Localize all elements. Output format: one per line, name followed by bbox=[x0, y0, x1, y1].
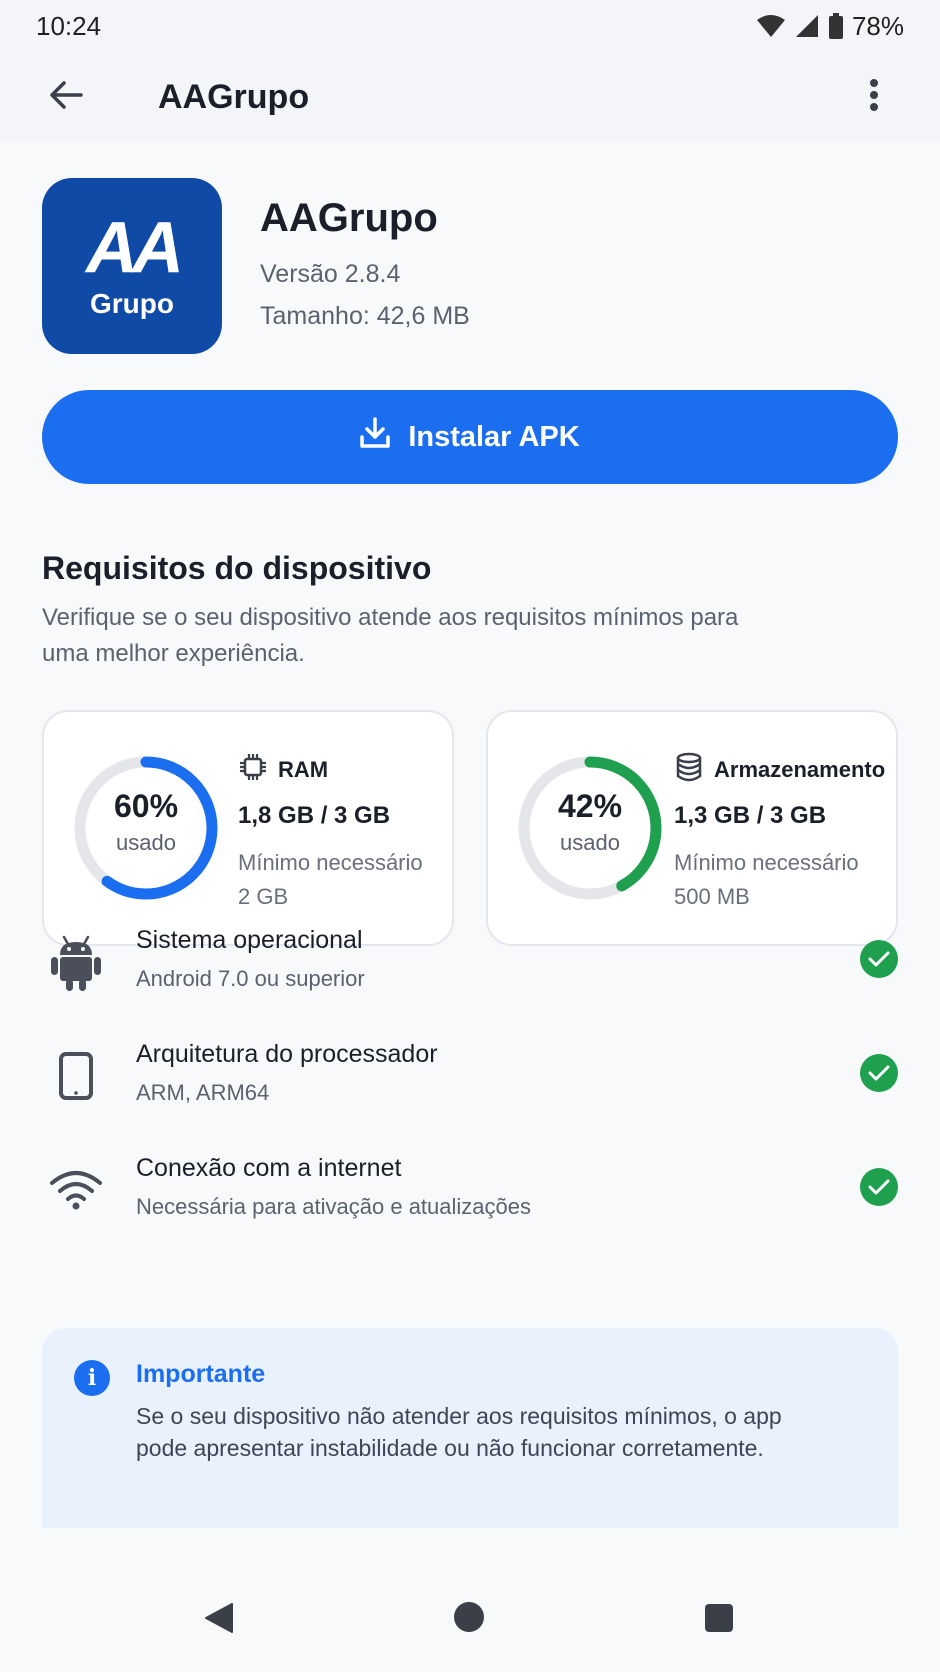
ram-min-label: Mínimo necessário bbox=[238, 850, 423, 875]
storage-min-value: 500 MB bbox=[674, 884, 750, 909]
wifi-icon bbox=[46, 1160, 106, 1220]
more-options-button[interactable] bbox=[844, 67, 904, 127]
app-logo: AA Grupo bbox=[42, 178, 222, 354]
app-version: Versão 2.8.4 bbox=[260, 260, 401, 288]
ram-usage-ring bbox=[74, 756, 218, 900]
requirement-internet: Conexão com a internet Necessária para a… bbox=[42, 1148, 898, 1238]
app-name: AAGrupo bbox=[260, 196, 438, 240]
section-description: Verifique se o seu dispositivo atende ao… bbox=[42, 604, 739, 667]
android-icon bbox=[46, 932, 106, 992]
app-size: Tamanho: 42,6 MB bbox=[260, 302, 470, 330]
logo-letters: AA bbox=[86, 208, 184, 288]
storage-usage-ring bbox=[518, 756, 662, 900]
section-title: Requisitos do dispositivo bbox=[42, 550, 432, 586]
requirement-title: Sistema operacional bbox=[136, 926, 363, 954]
storage-used-label: usado bbox=[560, 830, 620, 855]
check-icon bbox=[860, 940, 898, 978]
app-bar-title: AAGrupo bbox=[158, 77, 310, 116]
status-icons: 78% bbox=[756, 11, 904, 42]
requirement-title: Conexão com a internet bbox=[136, 1154, 402, 1182]
ram-card: 60% usado RAM 1,8 GB / 3 GB Mínimo neces… bbox=[42, 710, 454, 946]
more-vert-icon bbox=[869, 78, 879, 117]
check-icon bbox=[860, 1054, 898, 1092]
download-icon bbox=[360, 417, 391, 457]
nav-recents-icon[interactable] bbox=[705, 1604, 733, 1632]
storage-percent: 42% bbox=[557, 788, 623, 824]
important-notice: i Importante Se o seu dispositivo não at… bbox=[42, 1328, 898, 1528]
install-button-label: Instalar APK bbox=[408, 420, 580, 453]
status-bar: 10:24 78% bbox=[0, 0, 940, 52]
app-header: AA Grupo AAGrupo Versão 2.8.4 Tamanho: 4… bbox=[42, 178, 902, 358]
database-icon bbox=[674, 752, 704, 788]
storage-header: Armazenamento bbox=[674, 752, 885, 788]
requirement-title: Arquitetura do processador bbox=[136, 1040, 438, 1068]
requirement-cpu: Arquitetura do processador ARM, ARM64 bbox=[42, 1034, 898, 1124]
system-nav-bar bbox=[0, 1566, 940, 1672]
notice-title: Importante bbox=[136, 1360, 266, 1388]
check-icon bbox=[860, 1168, 898, 1206]
battery-level: 78% bbox=[851, 10, 904, 41]
storage-label: Armazenamento bbox=[714, 757, 886, 782]
ram-value: 1,8 GB / 3 GB bbox=[238, 802, 391, 829]
requirement-subtitle: ARM, ARM64 bbox=[136, 1080, 270, 1105]
nav-home-icon[interactable] bbox=[454, 1602, 484, 1632]
nav-back-icon[interactable] bbox=[204, 1602, 234, 1639]
wifi-icon bbox=[756, 14, 786, 38]
requirement-subtitle: Necessária para ativação e atualizações bbox=[136, 1194, 532, 1219]
storage-min-label: Mínimo necessário bbox=[674, 850, 859, 875]
logo-word: Grupo bbox=[90, 288, 174, 319]
ram-used-label: usado bbox=[116, 830, 176, 855]
install-apk-button[interactable]: Instalar APK bbox=[42, 390, 898, 484]
requirement-os: Sistema operacional Android 7.0 ou super… bbox=[42, 920, 898, 1010]
status-time: 10:24 bbox=[36, 10, 102, 41]
storage-value: 1,3 GB / 3 GB bbox=[674, 802, 827, 829]
info-icon: i bbox=[74, 1360, 110, 1396]
back-button[interactable] bbox=[36, 67, 96, 127]
top-app-bar: AAGrupo bbox=[0, 52, 940, 142]
ram-header: RAM bbox=[238, 752, 328, 788]
arrow-back-icon bbox=[49, 80, 83, 115]
ram-label: RAM bbox=[278, 757, 329, 782]
requirement-subtitle: Android 7.0 ou superior bbox=[136, 966, 365, 991]
ram-min-value: 2 GB bbox=[238, 884, 289, 909]
phone-icon bbox=[46, 1046, 106, 1106]
chip-icon bbox=[238, 752, 268, 788]
signal-icon bbox=[794, 14, 820, 38]
storage-card: 42% usado Armazenamento 1,3 GB / 3 GB Mí… bbox=[486, 710, 898, 946]
ram-percent: 60% bbox=[113, 788, 179, 824]
notice-text: Se o seu dispositivo não atender aos req… bbox=[136, 1403, 782, 1461]
battery-icon bbox=[828, 13, 844, 39]
